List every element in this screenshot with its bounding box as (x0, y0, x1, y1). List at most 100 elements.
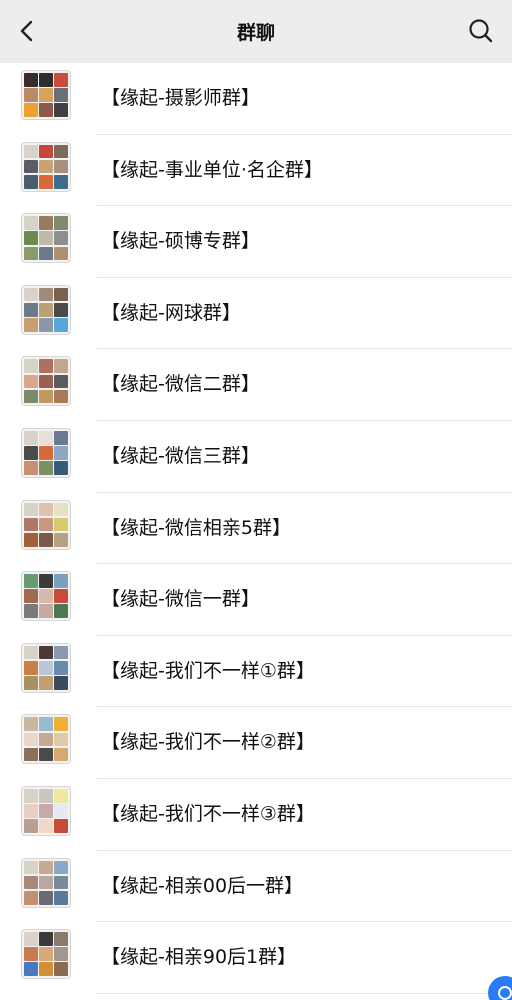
group-list-item[interactable]: 【缘起-相亲00后一群】 (0, 851, 512, 923)
avatar-tile (54, 389, 68, 404)
group-list-item[interactable]: 【缘起-微信二群】 (0, 349, 512, 421)
group-avatar (21, 70, 71, 120)
avatar-tile (39, 374, 53, 389)
group-avatar (21, 213, 71, 264)
avatar-tile (24, 517, 38, 532)
group-avatar (21, 785, 71, 836)
avatar-tile (39, 302, 53, 317)
avatar-tile (54, 589, 68, 603)
avatar-tile (39, 246, 53, 261)
avatar-tile (39, 174, 53, 189)
avatar-tile (39, 589, 53, 603)
group-name: 【缘起-相亲90后1群】 (101, 946, 297, 969)
avatar-tile (54, 732, 68, 747)
avatar-tile (54, 246, 68, 261)
avatar-tile (24, 788, 38, 803)
group-avatar (21, 141, 71, 192)
avatar-tile (24, 318, 38, 332)
avatar-tile (39, 502, 53, 517)
avatar-tile (24, 359, 38, 374)
avatar-tile (54, 216, 68, 230)
avatar-tile (24, 88, 38, 102)
avatar-tile (39, 717, 53, 731)
avatar-tile (39, 660, 53, 675)
avatar-tile (54, 430, 68, 445)
avatar-tile (39, 318, 53, 332)
avatar-tile (54, 446, 68, 460)
avatar-tile (54, 819, 68, 833)
avatar-tile (39, 932, 53, 946)
group-list-item[interactable]: 【缘起-微信一群】 (0, 564, 512, 636)
avatar-tile (24, 389, 38, 404)
avatar-tile (39, 747, 53, 762)
group-name: 【缘起-微信三群】 (101, 444, 260, 467)
group-avatar (21, 499, 71, 550)
avatar-tile (24, 159, 38, 174)
group-name: 【缘起-微信相亲5群】 (101, 516, 291, 539)
group-list-item[interactable]: 【缘起-微信相亲5群】 (0, 493, 512, 565)
group-name: 【缘起-网球群】 (101, 301, 241, 324)
avatar-tile (54, 532, 68, 547)
back-button[interactable] (10, 14, 44, 48)
group-avatar (21, 714, 71, 765)
avatar-tile (54, 875, 68, 890)
avatar-tile (39, 231, 53, 246)
group-list-item[interactable]: 【缘起-我们不一样①群】 (0, 636, 512, 708)
avatar-tile (39, 860, 53, 875)
avatar-tile (24, 302, 38, 317)
group-list-item[interactable]: 【缘起-我们不一样③群】 (0, 779, 512, 851)
avatar-tile (24, 860, 38, 875)
avatar-tile (24, 502, 38, 517)
avatar-tile (24, 374, 38, 389)
avatar-tile (54, 890, 68, 905)
avatar-tile (39, 216, 53, 230)
group-name: 【缘起-我们不一样②群】 (101, 731, 315, 754)
avatar-tile (24, 717, 38, 731)
avatar-tile (54, 318, 68, 332)
avatar-tile (24, 890, 38, 905)
avatar-tile (24, 645, 38, 660)
avatar-tile (54, 174, 68, 189)
avatar-tile (24, 532, 38, 547)
group-list-item[interactable]: 【缘起-微信三群】 (0, 421, 512, 493)
avatar-tile (39, 517, 53, 532)
avatar-tile (24, 589, 38, 603)
search-button[interactable] (464, 14, 498, 48)
avatar-tile (54, 359, 68, 374)
group-name: 【缘起-相亲00后一群】 (101, 874, 304, 897)
avatar-tile (24, 461, 38, 475)
group-name: 【缘起-硕博专群】 (101, 230, 260, 253)
avatar-tile (24, 819, 38, 833)
avatar-tile (54, 645, 68, 660)
page-title: 群聊 (236, 22, 275, 44)
group-name: 【缘起-微信二群】 (101, 373, 260, 396)
avatar-tile (24, 732, 38, 747)
avatar-tile (24, 103, 38, 117)
avatar-tile (54, 231, 68, 246)
nav-bar: 群聊 (0, 0, 512, 63)
avatar-tile (39, 287, 53, 302)
avatar-tile (39, 73, 53, 87)
avatar-tile (39, 103, 53, 117)
group-list-item[interactable]: 【缘起-我们不一样②群】 (0, 707, 512, 779)
avatar-tile (24, 676, 38, 690)
avatar-tile (54, 159, 68, 174)
group-list-item[interactable]: 【缘起-硕博专群】 (0, 206, 512, 278)
group-list-item[interactable]: 【缘起-事业单位·名企群】 (0, 135, 512, 207)
avatar-tile (24, 430, 38, 445)
avatar-tile (24, 246, 38, 261)
avatar-tile (54, 676, 68, 690)
avatar-tile (39, 430, 53, 445)
group-list-item[interactable]: 【缘起-摄影师群】 (0, 63, 512, 135)
avatar-tile (39, 645, 53, 660)
avatar-tile (54, 860, 68, 875)
avatar-tile (54, 103, 68, 117)
avatar-tile (24, 446, 38, 460)
avatar-tile (39, 88, 53, 102)
group-list-item[interactable]: 【缘起-网球群】 (0, 278, 512, 350)
avatar-tile (54, 574, 68, 588)
group-name: 【缘起-我们不一样③群】 (101, 802, 315, 825)
search-icon (469, 19, 493, 43)
group-list-item[interactable]: 【缘起-相亲90后1群】 (0, 922, 512, 994)
avatar-tile (39, 461, 53, 475)
